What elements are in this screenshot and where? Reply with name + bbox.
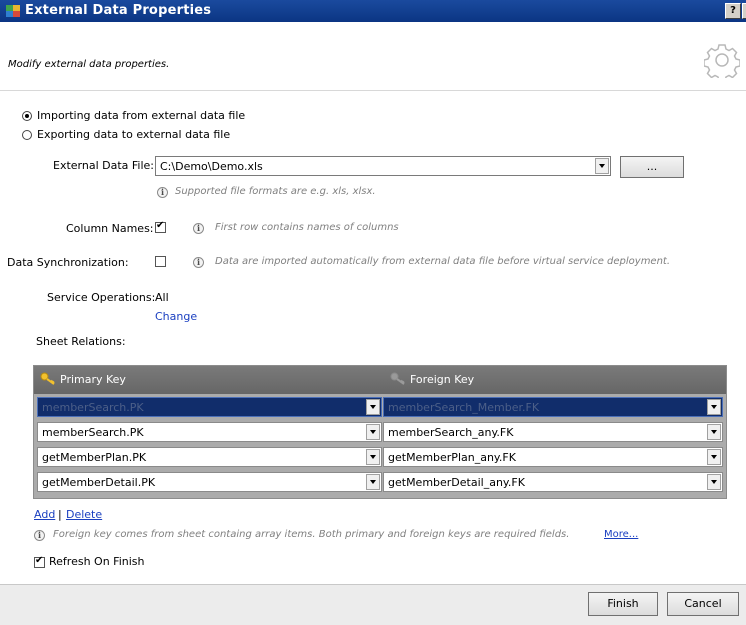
table-row-foreign[interactable]: memberSearch_Member.FK xyxy=(383,397,723,417)
file-format-hint: Supported file formats are e.g. xls, xls… xyxy=(175,186,376,197)
import-radio-label[interactable]: Importing data from external data file xyxy=(37,109,245,122)
column-header-primary-key[interactable]: Primary Key xyxy=(60,373,126,386)
external-data-file-combo[interactable]: C:\Demo\Demo.xls xyxy=(155,156,611,176)
chevron-down-icon[interactable] xyxy=(707,474,721,490)
window-title: External Data Properties xyxy=(25,3,212,18)
chevron-down-icon[interactable] xyxy=(595,158,609,174)
info-icon: i xyxy=(157,187,168,198)
primary-key-value: memberSearch.PK xyxy=(42,426,144,439)
chevron-down-icon[interactable] xyxy=(366,399,380,415)
sheet-relations-hint: Foreign key comes from sheet containg ar… xyxy=(53,529,570,540)
dialog-footer: Finish Cancel xyxy=(0,584,746,625)
foreign-key-value: memberSearch_Member.FK xyxy=(388,401,540,414)
column-header-foreign-key[interactable]: Foreign Key xyxy=(410,373,474,386)
dialog-window: External Data Properties ? X Modify exte… xyxy=(0,0,746,625)
primary-key-value: getMemberPlan.PK xyxy=(42,451,147,464)
data-sync-label: Data Synchronization: xyxy=(7,256,129,269)
sheet-relations-grid: Primary Key Foreign Key memberSearch.PK … xyxy=(33,365,727,499)
column-names-checkbox[interactable] xyxy=(155,220,166,233)
table-row-primary[interactable]: memberSearch.PK xyxy=(37,397,382,417)
sheet-relations-label: Sheet Relations: xyxy=(36,335,126,348)
external-data-file-value: C:\Demo\Demo.xls xyxy=(160,160,263,173)
info-icon: i xyxy=(193,223,204,234)
primary-key-value: memberSearch.PK xyxy=(42,401,144,414)
link-separator: | xyxy=(58,508,62,521)
chevron-down-icon[interactable] xyxy=(707,449,721,465)
help-button[interactable]: ? xyxy=(725,3,741,19)
export-radio[interactable] xyxy=(22,130,32,140)
data-sync-hint: Data are imported automatically from ext… xyxy=(215,256,671,267)
primary-key-icon xyxy=(40,372,55,385)
more-link[interactable]: More... xyxy=(604,529,638,540)
browse-button[interactable]: ... xyxy=(620,156,684,178)
import-radio[interactable] xyxy=(22,111,32,121)
service-operations-label: Service Operations: xyxy=(47,291,156,304)
chevron-down-icon[interactable] xyxy=(707,399,721,415)
foreign-key-value: getMemberPlan_any.FK xyxy=(388,451,516,464)
add-link[interactable]: Add xyxy=(34,508,55,521)
refresh-on-finish-checkbox[interactable] xyxy=(34,555,45,568)
close-button[interactable]: X xyxy=(742,3,746,19)
info-icon: i xyxy=(193,257,204,268)
gear-icon xyxy=(704,44,740,78)
finish-button[interactable]: Finish xyxy=(588,592,658,616)
grid-header: Primary Key Foreign Key xyxy=(34,366,726,394)
chevron-down-icon[interactable] xyxy=(366,449,380,465)
delete-link[interactable]: Delete xyxy=(66,508,102,521)
header-description: Modify external data properties. xyxy=(8,59,170,70)
foreign-key-icon xyxy=(390,372,405,385)
chevron-down-icon[interactable] xyxy=(366,424,380,440)
service-operations-value: All xyxy=(155,291,169,304)
foreign-key-value: getMemberDetail_any.FK xyxy=(388,476,525,489)
column-names-label: Column Names: xyxy=(66,222,154,235)
foreign-key-value: memberSearch_any.FK xyxy=(388,426,514,439)
primary-key-value: getMemberDetail.PK xyxy=(42,476,156,489)
cancel-button[interactable]: Cancel xyxy=(667,592,739,616)
info-icon: i xyxy=(34,530,45,541)
refresh-on-finish-label[interactable]: Refresh On Finish xyxy=(49,555,144,568)
chevron-down-icon[interactable] xyxy=(366,474,380,490)
table-row-foreign[interactable]: memberSearch_any.FK xyxy=(383,422,723,442)
external-data-file-label: External Data File: xyxy=(53,159,155,172)
table-row-primary[interactable]: getMemberDetail.PK xyxy=(37,472,382,492)
export-radio-label[interactable]: Exporting data to external data file xyxy=(37,128,230,141)
chevron-down-icon[interactable] xyxy=(707,424,721,440)
table-row-foreign[interactable]: getMemberDetail_any.FK xyxy=(383,472,723,492)
column-names-hint: First row contains names of columns xyxy=(215,222,399,233)
change-link[interactable]: Change xyxy=(155,310,197,323)
table-row-foreign[interactable]: getMemberPlan_any.FK xyxy=(383,447,723,467)
table-row-primary[interactable]: getMemberPlan.PK xyxy=(37,447,382,467)
app-icon xyxy=(6,5,20,17)
title-bar[interactable]: External Data Properties ? X xyxy=(0,0,746,22)
table-row-primary[interactable]: memberSearch.PK xyxy=(37,422,382,442)
data-sync-checkbox[interactable] xyxy=(155,256,166,267)
dialog-header: Modify external data properties. xyxy=(0,22,746,91)
